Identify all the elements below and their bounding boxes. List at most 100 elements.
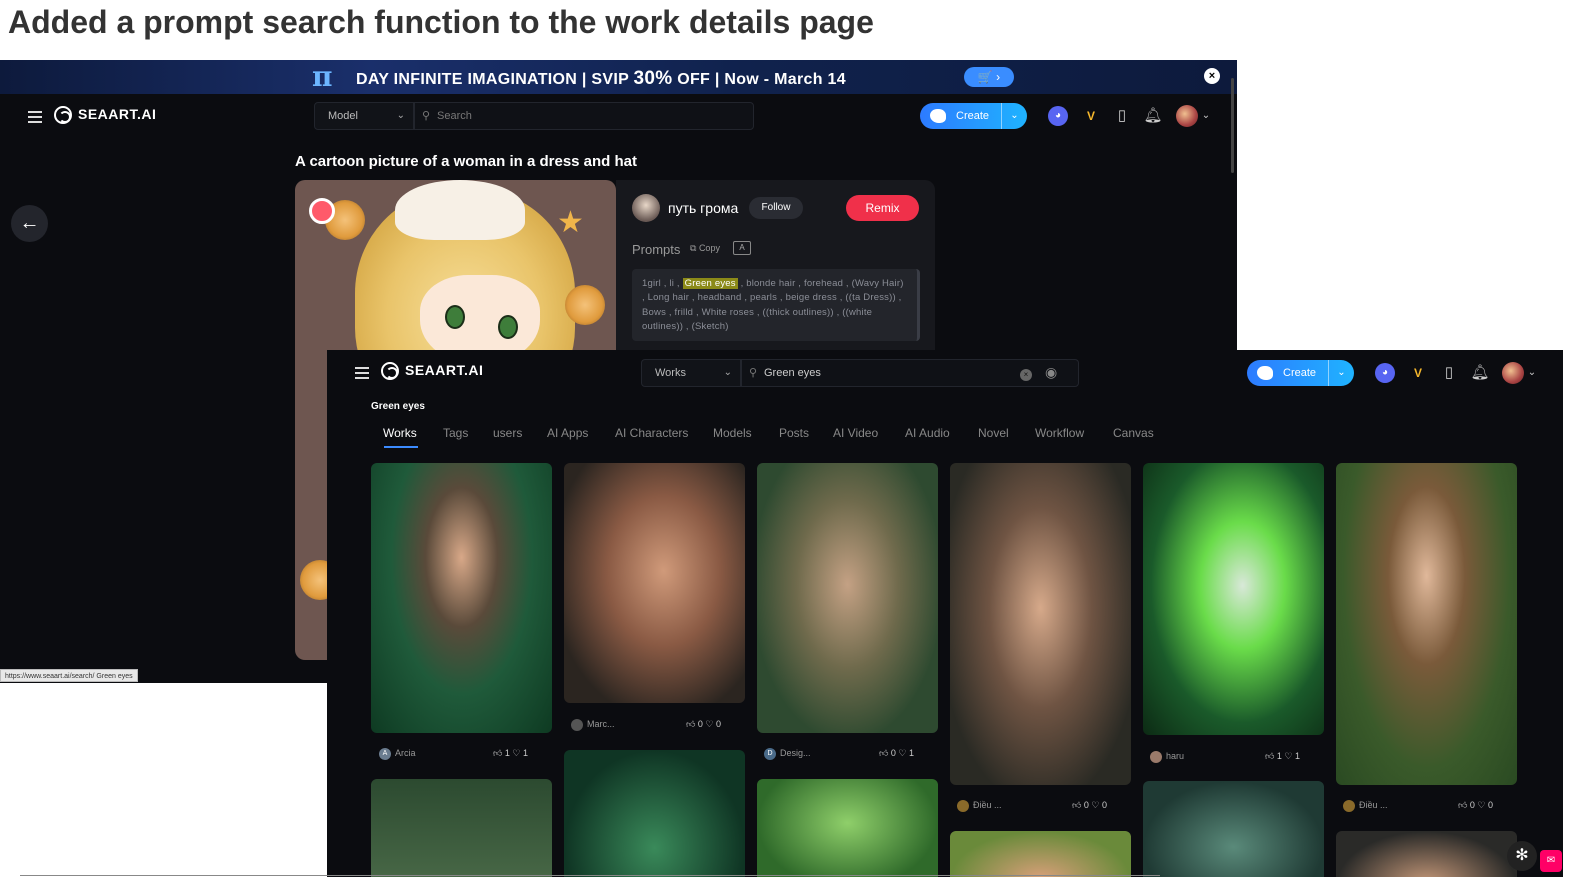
- author-avatar[interactable]: [632, 194, 660, 222]
- seaart-logo[interactable]: SEAART.AI: [54, 106, 157, 125]
- tab-tags[interactable]: Tags: [443, 426, 468, 440]
- tab-ai-apps[interactable]: AI Apps: [547, 426, 588, 440]
- card-stats: 👍︎ 0 ♡ 1: [879, 748, 915, 758]
- tab-ai-audio[interactable]: AI Audio: [905, 426, 950, 440]
- translate-icon[interactable]: A: [733, 241, 751, 255]
- remix-button[interactable]: Remix: [846, 195, 919, 221]
- promo-banner[interactable]: π DAY INFINITE IMAGINATION | SVIP 30% OF…: [0, 60, 1237, 94]
- avatar[interactable]: [1176, 105, 1198, 127]
- vip-icon[interactable]: V: [1081, 106, 1101, 126]
- search-value: Green eyes: [764, 367, 821, 379]
- divider: [20, 875, 1160, 876]
- back-button[interactable]: ←: [11, 205, 48, 242]
- phone-icon[interactable]: ▯: [1439, 363, 1459, 383]
- chevron-down-icon[interactable]: ⌄: [1196, 106, 1216, 126]
- work-card-image[interactable]: [1143, 463, 1324, 735]
- palette-icon: [1257, 366, 1273, 380]
- work-card-image[interactable]: [1336, 831, 1517, 877]
- bell-icon[interactable]: 🔔︎: [1143, 106, 1163, 126]
- artwork-rose: [565, 285, 605, 325]
- cart-icon[interactable]: 🛒 ›: [964, 67, 1014, 87]
- results-title: Green eyes: [371, 401, 425, 412]
- search-icon: ⚲: [749, 367, 758, 379]
- create-button[interactable]: Create ⌄: [1247, 360, 1354, 386]
- artwork-cap: [395, 180, 525, 240]
- avatar[interactable]: [1502, 362, 1524, 384]
- artwork-eye: [498, 315, 518, 339]
- copy-button[interactable]: ⧉ Copy: [690, 243, 720, 254]
- promo-tail: OFF | Now - March 14: [672, 71, 846, 88]
- work-card-image[interactable]: [1336, 463, 1517, 785]
- tab-works[interactable]: Works: [383, 426, 417, 440]
- search-results-window: SEAART.AI Works ⌄ ⚲ Green eyes × ◉ Create ⌄…: [327, 350, 1563, 877]
- top-nav: SEAART.AI Model ⌄ ⚲ Search Create ⌄ ◕ V ▯ 🔔…: [0, 94, 1237, 138]
- works-select[interactable]: Works ⌄: [641, 359, 741, 387]
- chevron-down-icon[interactable]: ⌄: [1001, 103, 1027, 129]
- tab-workflow[interactable]: Workflow: [1035, 426, 1084, 440]
- promo-percent: 30%: [633, 68, 673, 89]
- work-card-image[interactable]: [950, 831, 1131, 877]
- camera-icon[interactable]: ◉: [1045, 364, 1057, 381]
- active-tab-indicator: [384, 446, 418, 448]
- work-card-image[interactable]: [371, 463, 552, 733]
- close-icon[interactable]: ×: [1204, 68, 1220, 84]
- tab-ai-video[interactable]: AI Video: [833, 426, 878, 440]
- vip-icon[interactable]: V: [1408, 363, 1428, 383]
- work-card-image[interactable]: [757, 463, 938, 733]
- prompt-keyword-link[interactable]: Green eyes: [682, 278, 738, 289]
- scrollbar[interactable]: [1231, 78, 1234, 173]
- pi-day-logo: π: [312, 60, 333, 93]
- create-label: Create: [1283, 367, 1317, 379]
- card-stats: 👍︎ 1 ♡ 1: [493, 748, 529, 758]
- tab-posts[interactable]: Posts: [779, 426, 809, 440]
- tab-users[interactable]: users: [493, 426, 522, 440]
- chevron-down-icon: ⌄: [723, 367, 732, 378]
- promo-text: DAY INFINITE IMAGINATION | SVIP 30% OFF …: [356, 68, 846, 90]
- work-card-image[interactable]: [564, 463, 745, 703]
- work-card-image[interactable]: [1143, 781, 1324, 877]
- star-icon: ★: [557, 206, 584, 239]
- bell-icon[interactable]: 🔔︎: [1470, 363, 1490, 383]
- chevron-down-icon[interactable]: ⌄: [1522, 363, 1542, 383]
- menu-icon[interactable]: [355, 367, 369, 379]
- clear-search-icon[interactable]: ×: [1020, 369, 1032, 381]
- logo-text: SEAART.AI: [78, 106, 157, 122]
- discord-icon[interactable]: ◕: [1375, 363, 1395, 383]
- card-author[interactable]: Điều ...: [957, 797, 1002, 813]
- prompts-label: Prompts: [632, 242, 681, 257]
- chat-icon[interactable]: ✉: [1540, 850, 1562, 872]
- menu-icon[interactable]: [28, 111, 42, 123]
- follow-button[interactable]: Follow: [749, 197, 803, 219]
- tab-ai-characters[interactable]: AI Characters: [615, 426, 688, 440]
- card-author[interactable]: Điều ...: [1343, 797, 1388, 813]
- work-title: A cartoon picture of a woman in a dress …: [295, 153, 638, 170]
- work-card-image[interactable]: [757, 779, 938, 877]
- tab-models[interactable]: Models: [713, 426, 752, 440]
- seaart-logo[interactable]: SEAART.AI: [381, 362, 483, 381]
- work-card-image[interactable]: [950, 463, 1131, 785]
- search-input[interactable]: ⚲ Search: [414, 102, 754, 130]
- work-card-image[interactable]: [564, 750, 745, 877]
- prompt-text: 1girl , li , Green eyes , blonde hair , …: [632, 269, 920, 341]
- search-placeholder: Search: [437, 110, 472, 122]
- select-value: Model: [328, 110, 358, 122]
- chevron-down-icon[interactable]: ⌄: [1328, 360, 1354, 386]
- card-author[interactable]: haru: [1150, 748, 1184, 764]
- card-author[interactable]: Marc...: [571, 716, 615, 732]
- work-info-panel: путь грома Follow Remix Prompts ⧉ Copy A…: [616, 180, 935, 350]
- video-badge-icon: [309, 198, 335, 224]
- card-author[interactable]: D Desig...: [764, 745, 811, 761]
- palette-icon: [930, 109, 946, 123]
- card-author[interactable]: A Arcia: [379, 745, 416, 761]
- author-name[interactable]: путь грома: [668, 200, 738, 216]
- tab-canvas[interactable]: Canvas: [1113, 426, 1154, 440]
- phone-icon[interactable]: ▯: [1112, 106, 1132, 126]
- discord-icon[interactable]: ◕: [1048, 106, 1068, 126]
- create-button[interactable]: Create ⌄: [920, 103, 1027, 129]
- model-select[interactable]: Model ⌄: [314, 102, 414, 130]
- work-card-image[interactable]: [371, 779, 552, 877]
- tab-novel[interactable]: Novel: [978, 426, 1009, 440]
- select-value: Works: [655, 367, 686, 379]
- help-fab-icon[interactable]: ✻: [1507, 841, 1537, 871]
- card-stats: 👍︎ 0 ♡ 0: [1458, 800, 1494, 810]
